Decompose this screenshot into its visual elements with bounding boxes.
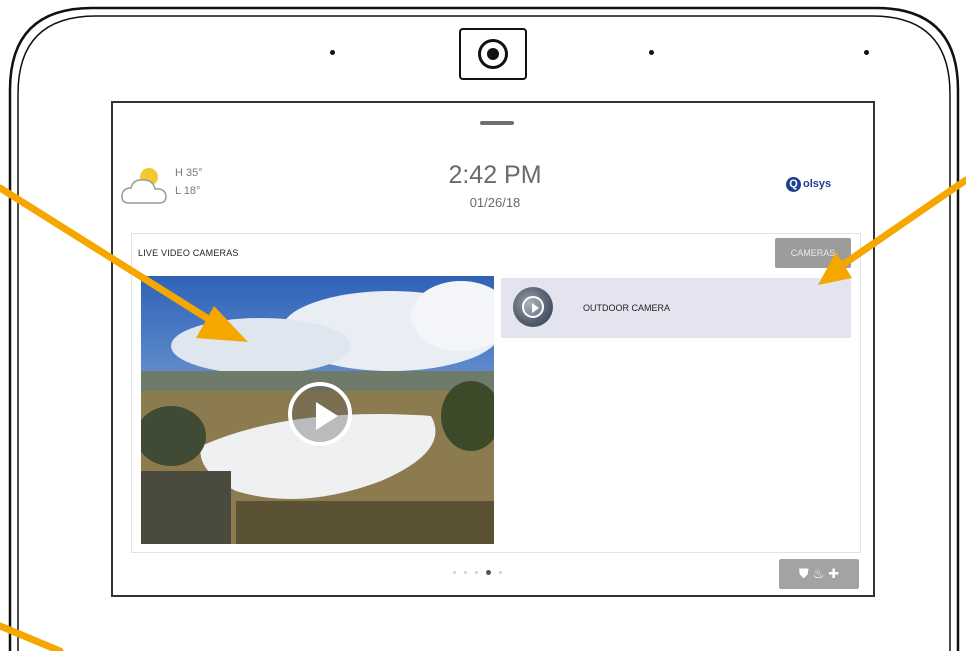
- page-dot[interactable]: [499, 571, 502, 574]
- page-dot[interactable]: [453, 571, 456, 574]
- front-camera-lens: [459, 28, 527, 80]
- live-video-feed[interactable]: [141, 276, 494, 544]
- brand-name: olsys: [803, 178, 832, 190]
- card-title: LIVE VIDEO CAMERAS: [138, 248, 239, 258]
- camera-name: OUTDOOR CAMERA: [583, 303, 671, 313]
- police-shield-icon: ⛊: [798, 566, 809, 581]
- cameras-button[interactable]: CAMERAS: [775, 238, 851, 268]
- brand-logo: Q olsys: [786, 175, 831, 193]
- live-video-cameras-card: LIVE VIDEO CAMERAS CAMERAS OUTDOOR CAMER…: [131, 233, 861, 553]
- sensor-dot: [864, 50, 869, 55]
- page-dot-active[interactable]: [486, 570, 491, 575]
- sensor-dot: [649, 50, 654, 55]
- brand-mark-icon: Q: [786, 176, 801, 192]
- page-dot[interactable]: [475, 571, 478, 574]
- panel-screen: H 35° L 18° 2:42 PM 01/26/18 Q olsys LIV…: [111, 101, 875, 597]
- page-dot[interactable]: [464, 571, 467, 574]
- sensor-dot: [330, 50, 335, 55]
- medical-cross-icon: ✚: [828, 566, 840, 581]
- play-icon[interactable]: [288, 382, 352, 446]
- camera-list-item-outdoor[interactable]: OUTDOOR CAMERA: [501, 278, 851, 338]
- pull-down-handle[interactable]: [480, 121, 514, 125]
- page-indicator: [453, 570, 502, 575]
- emergency-button[interactable]: ⛊ ♨ ✚: [779, 559, 859, 589]
- camera-thumbnail-play-icon: [513, 287, 553, 327]
- camera-lens-icon: [478, 39, 508, 69]
- clock-time: 2:42 PM: [448, 161, 542, 189]
- clock-date: 01/26/18: [469, 195, 521, 210]
- fire-icon: ♨: [812, 566, 825, 581]
